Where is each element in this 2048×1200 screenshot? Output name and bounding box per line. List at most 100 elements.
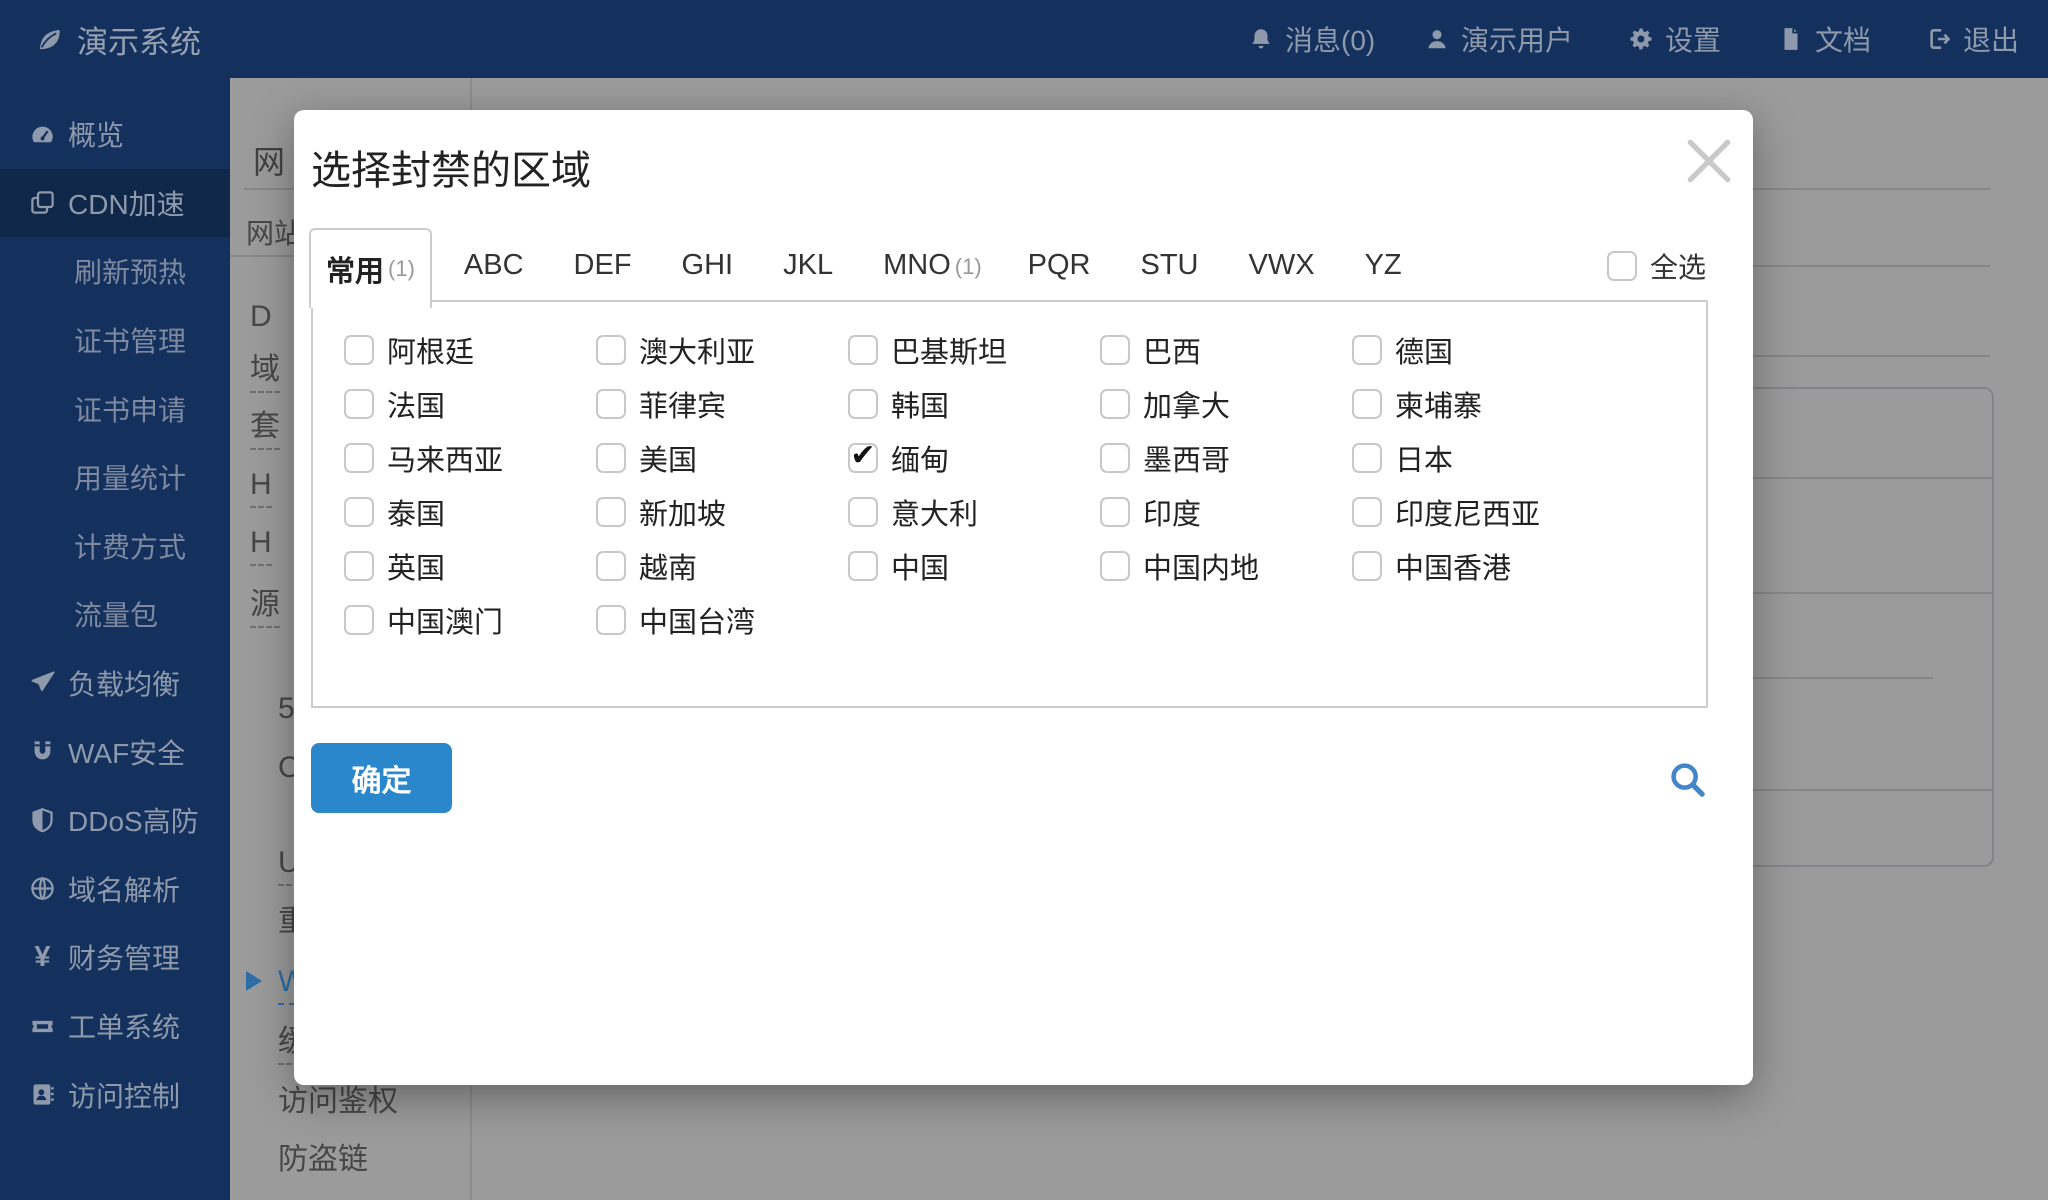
- nav-item-3[interactable]: 设置: [1628, 0, 1721, 78]
- region-option[interactable]: 中国香港: [1352, 551, 1540, 581]
- brand[interactable]: 演示系统: [36, 0, 201, 78]
- checkbox-unchecked[interactable]: [596, 497, 626, 527]
- sidebar-item-3[interactable]: 刷新预热: [0, 237, 230, 306]
- region-column-4: 巴西加拿大墨西哥印度中国内地: [1100, 335, 1259, 605]
- sidebar-item-14[interactable]: 工单系统: [0, 992, 230, 1061]
- close-button[interactable]: [1678, 130, 1740, 192]
- region-option[interactable]: 中国: [848, 551, 1007, 581]
- checkbox-unchecked[interactable]: [848, 335, 878, 365]
- region-option[interactable]: 英国: [344, 551, 503, 581]
- checkbox-unchecked[interactable]: [1352, 389, 1382, 419]
- region-option[interactable]: 印度尼西亚: [1352, 497, 1540, 527]
- checkbox-unchecked[interactable]: [344, 551, 374, 581]
- letter-tabs: 常用(1)ABCDEFGHIJKLMNO(1)PQRSTUVWXYZ: [309, 228, 1429, 302]
- tab-MNO[interactable]: MNO(1): [860, 249, 1005, 282]
- region-option[interactable]: 法国: [344, 389, 503, 419]
- sidebar-item-1[interactable]: 概览: [0, 100, 230, 169]
- checkbox-unchecked[interactable]: [344, 497, 374, 527]
- region-option[interactable]: 中国内地: [1100, 551, 1259, 581]
- sidebar-item-label: 域名解析: [68, 869, 180, 909]
- region-option[interactable]: 德国: [1352, 335, 1540, 365]
- checkbox-unchecked[interactable]: [344, 335, 374, 365]
- sidebar-item-12[interactable]: 域名解析: [0, 855, 230, 924]
- nav-item-1[interactable]: 消息(0): [1248, 0, 1375, 78]
- checkbox-unchecked[interactable]: [1100, 497, 1130, 527]
- region-option[interactable]: 泰国: [344, 497, 503, 527]
- sidebar-item-11[interactable]: DDoS高防: [0, 786, 230, 855]
- checkbox-unchecked[interactable]: [344, 605, 374, 635]
- checkbox-unchecked[interactable]: [1352, 443, 1382, 473]
- checkbox-unchecked[interactable]: [1100, 443, 1130, 473]
- region-option[interactable]: 美国: [596, 443, 755, 473]
- sidebar-item-13[interactable]: ¥财务管理: [0, 923, 230, 992]
- region-option[interactable]: 日本: [1352, 443, 1540, 473]
- region-option[interactable]: 加拿大: [1100, 389, 1259, 419]
- tab-常用[interactable]: 常用(1): [309, 228, 432, 308]
- region-option[interactable]: 越南: [596, 551, 755, 581]
- region-option[interactable]: 意大利: [848, 497, 1007, 527]
- checkbox-unchecked[interactable]: [596, 389, 626, 419]
- checkbox-unchecked[interactable]: [1352, 335, 1382, 365]
- checkbox-checked[interactable]: ✔: [848, 443, 878, 473]
- region-label: 中国香港: [1395, 545, 1511, 587]
- sidebar-item-9[interactable]: 负载均衡: [0, 649, 230, 718]
- checkbox-unchecked[interactable]: [596, 335, 626, 365]
- check-icon: ✔: [850, 441, 875, 471]
- tab-ABC[interactable]: ABC: [441, 249, 551, 282]
- region-option[interactable]: 墨西哥: [1100, 443, 1259, 473]
- tab-JKL[interactable]: JKL: [760, 249, 860, 282]
- region-label: 墨西哥: [1143, 437, 1230, 479]
- checkbox-unchecked[interactable]: [344, 443, 374, 473]
- tab-YZ[interactable]: YZ: [1342, 249, 1429, 282]
- checkbox-unchecked[interactable]: [1352, 497, 1382, 527]
- nav-item-2[interactable]: 演示用户: [1424, 0, 1573, 78]
- checkbox-unchecked[interactable]: [344, 389, 374, 419]
- sidebar-item-4[interactable]: 证书管理: [0, 306, 230, 375]
- checkbox-unchecked[interactable]: [1100, 551, 1130, 581]
- sidebar-item-2[interactable]: CDN加速: [0, 169, 230, 238]
- region-option[interactable]: 韩国: [848, 389, 1007, 419]
- sidebar-item-15[interactable]: 访问控制: [0, 1060, 230, 1129]
- region-option[interactable]: 巴基斯坦: [848, 335, 1007, 365]
- region-option[interactable]: 中国台湾: [596, 605, 755, 635]
- region-option[interactable]: 澳大利亚: [596, 335, 755, 365]
- tab-PQR[interactable]: PQR: [1005, 249, 1118, 282]
- checkbox-unchecked[interactable]: [848, 389, 878, 419]
- region-option[interactable]: 新加坡: [596, 497, 755, 527]
- nav-item-4[interactable]: 文档: [1778, 0, 1871, 78]
- sidebar-item-8[interactable]: 流量包: [0, 580, 230, 649]
- tab-GHI[interactable]: GHI: [659, 249, 761, 282]
- sidebar-item-5[interactable]: 证书申请: [0, 374, 230, 443]
- checkbox-unchecked[interactable]: [1100, 335, 1130, 365]
- sidebar-item-6[interactable]: 用量统计: [0, 443, 230, 512]
- sidebar-item-10[interactable]: WAF安全: [0, 717, 230, 786]
- sidebar-item-label: 负载均衡: [68, 663, 180, 703]
- search-button[interactable]: [1666, 758, 1712, 804]
- checkbox-unchecked[interactable]: [596, 551, 626, 581]
- tab-label: VWX: [1249, 249, 1315, 282]
- region-option[interactable]: 中国澳门: [344, 605, 503, 635]
- tab-STU[interactable]: STU: [1118, 249, 1226, 282]
- checkbox-unchecked[interactable]: [596, 443, 626, 473]
- nav-item-5[interactable]: 退出: [1926, 0, 2019, 78]
- region-option[interactable]: 阿根廷: [344, 335, 503, 365]
- region-label: 印度尼西亚: [1395, 491, 1540, 533]
- region-option[interactable]: 柬埔寨: [1352, 389, 1540, 419]
- region-option[interactable]: 马来西亚: [344, 443, 503, 473]
- checkbox-unchecked[interactable]: [596, 605, 626, 635]
- region-option[interactable]: 印度: [1100, 497, 1259, 527]
- region-option[interactable]: ✔缅甸: [848, 443, 1007, 473]
- checkbox-unchecked[interactable]: [848, 497, 878, 527]
- confirm-button[interactable]: 确定: [311, 743, 452, 813]
- tab-DEF[interactable]: DEF: [551, 249, 659, 282]
- gear-icon: [1628, 26, 1654, 52]
- tab-VWX[interactable]: VWX: [1226, 249, 1342, 282]
- bg-menu-fragment: 域: [250, 355, 280, 393]
- region-option[interactable]: 菲律宾: [596, 389, 755, 419]
- select-all-checkbox[interactable]: [1607, 251, 1637, 281]
- checkbox-unchecked[interactable]: [848, 551, 878, 581]
- checkbox-unchecked[interactable]: [1352, 551, 1382, 581]
- region-option[interactable]: 巴西: [1100, 335, 1259, 365]
- checkbox-unchecked[interactable]: [1100, 389, 1130, 419]
- sidebar-item-7[interactable]: 计费方式: [0, 512, 230, 581]
